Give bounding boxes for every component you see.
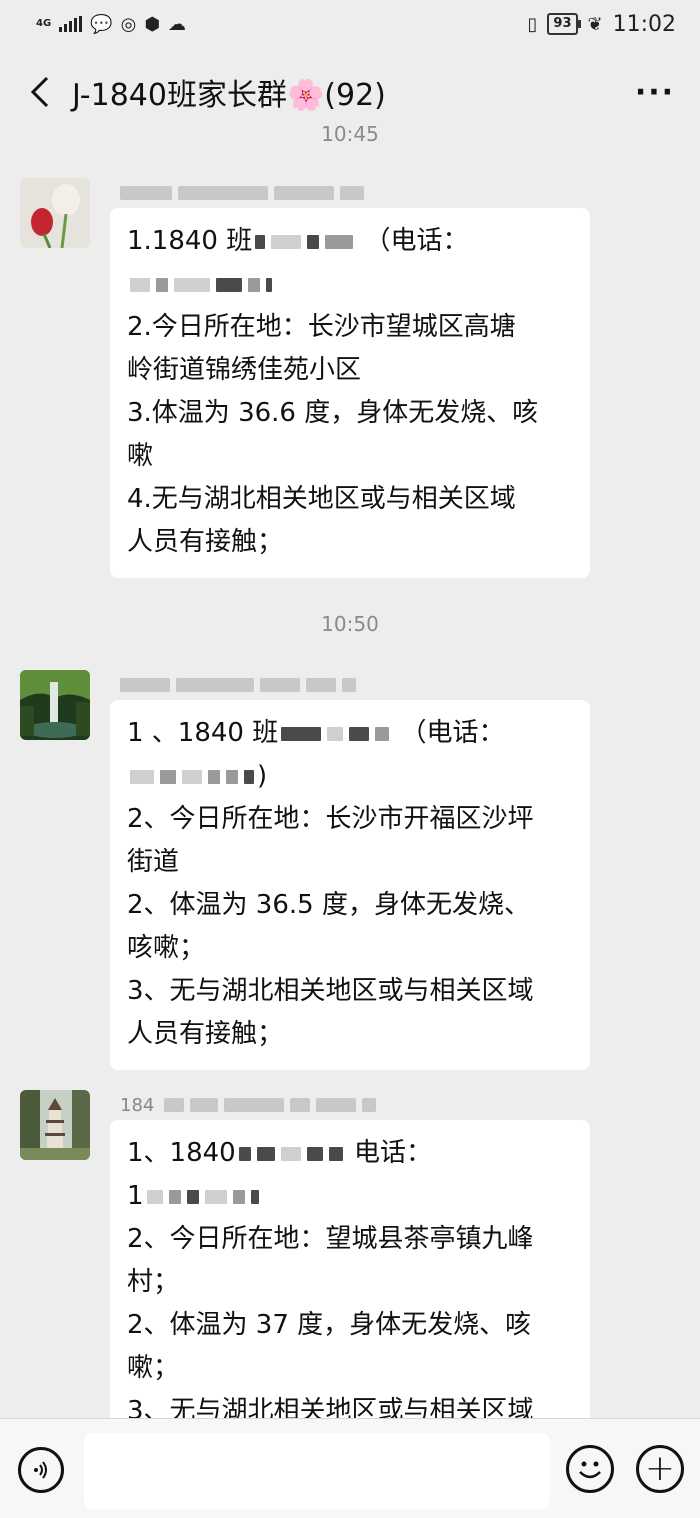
message-line: 1 、1840 班 （电话： (127, 718, 505, 748)
chat-area[interactable]: 10:45 1.1840 班 （电话： 2.今日所在地：长沙市望城区高塘 岭街道… (0, 120, 700, 1420)
more-icon: ··· (634, 74, 676, 110)
message-line: 人员有接触； (127, 527, 284, 557)
message-line: 2、体温为 37 度，身体无发烧、咳 (127, 1310, 532, 1340)
plus-button[interactable]: + (636, 1445, 684, 1493)
group-title: J-1840班家长群🌸(92) (72, 78, 386, 113)
message-line: 街道 (127, 847, 180, 877)
status-bar: 4G 💬 ◎ ⬢ ☁ ▯ 93 ❦ 11:02 (0, 0, 700, 48)
back-button[interactable] (20, 72, 60, 112)
message-line: 1.1840 班 （电话： (127, 226, 469, 256)
message-line: 咳嗽； (127, 933, 206, 963)
plus-icon: + (644, 1448, 676, 1489)
message-line: 3、无与湖北相关地区或与相关区域 (127, 1396, 534, 1420)
back-arrow-icon (30, 76, 49, 108)
avatar[interactable] (20, 670, 90, 740)
message-line-redacted: 1 (127, 1175, 574, 1218)
avatar[interactable] (20, 1090, 90, 1160)
signal-icon (59, 16, 83, 32)
voice-icon (34, 1461, 47, 1479)
status-right: ▯ 93 ❦ 11:02 (528, 12, 677, 37)
message-bubble[interactable]: 1 、1840 班 （电话： ) 2、今日所在地：长沙市开福区沙坪 街道 2、体… (110, 700, 590, 1070)
chat-icon: 💬 (90, 13, 113, 35)
message-line: 岭街道锦绣佳苑小区 (127, 355, 362, 385)
message-line: 3.体温为 36.6 度，身体无发烧、咳 (127, 398, 539, 428)
camera-icon: ⬢ (144, 13, 161, 35)
emoji-button[interactable] (566, 1445, 614, 1493)
sender-name (120, 182, 364, 204)
battery-icon: 93 (547, 13, 581, 35)
app-icon: ◎ (120, 13, 137, 35)
avatar[interactable] (20, 178, 90, 248)
pagoda-avatar-icon (20, 1090, 90, 1160)
clock: 11:02 (612, 11, 676, 37)
message-line-redacted: ) (127, 755, 574, 798)
message-bubble[interactable]: 1、1840 电话： 1 2、今日所在地：望城县茶亭镇九峰 村； 2、体温为 3… (110, 1120, 590, 1420)
sender-name (120, 674, 356, 696)
emoji-icon (579, 1461, 601, 1479)
message-line: 3、无与湖北相关地区或与相关区域 (127, 976, 534, 1006)
message-line: 村； (127, 1267, 180, 1297)
message-line: 2、今日所在地：望城县茶亭镇九峰 (127, 1224, 534, 1254)
voice-button[interactable] (18, 1447, 64, 1493)
message-line: 1、1840 电话： (127, 1138, 432, 1168)
message-line: 4.无与湖北相关地区或与相关区域 (127, 484, 516, 514)
status-left: 4G 💬 ◎ ⬢ ☁ (36, 14, 186, 35)
sender-name: 184 (120, 1094, 377, 1116)
more-button[interactable]: ··· (630, 72, 680, 112)
network-label: 4G (36, 18, 52, 29)
leaf-icon: ❦ (587, 13, 603, 35)
message-line-redacted (127, 263, 574, 306)
timestamp: 10:45 (321, 122, 379, 146)
message-bubble[interactable]: 1.1840 班 （电话： 2.今日所在地：长沙市望城区高塘 岭街道锦绣佳苑小区… (110, 208, 590, 578)
message-line: 2、今日所在地：长沙市开福区沙坪 (127, 804, 534, 834)
message-line: 人员有接触； (127, 1019, 284, 1049)
timestamp: 10:50 (321, 612, 379, 636)
vibrate-icon: ▯ (527, 13, 538, 35)
message-line: 2.今日所在地：长沙市望城区高塘 (127, 312, 516, 342)
message-line: 2、体温为 36.5 度，身体无发烧、 (127, 890, 530, 920)
input-bar: + (0, 1418, 700, 1518)
cloud-icon: ☁ (168, 13, 187, 35)
message-line: 嗽 (127, 441, 154, 471)
tulip-avatar-icon (20, 178, 90, 248)
message-input[interactable] (84, 1433, 550, 1509)
waterfall-avatar-icon (20, 670, 90, 740)
message-line: 嗽； (127, 1353, 180, 1383)
